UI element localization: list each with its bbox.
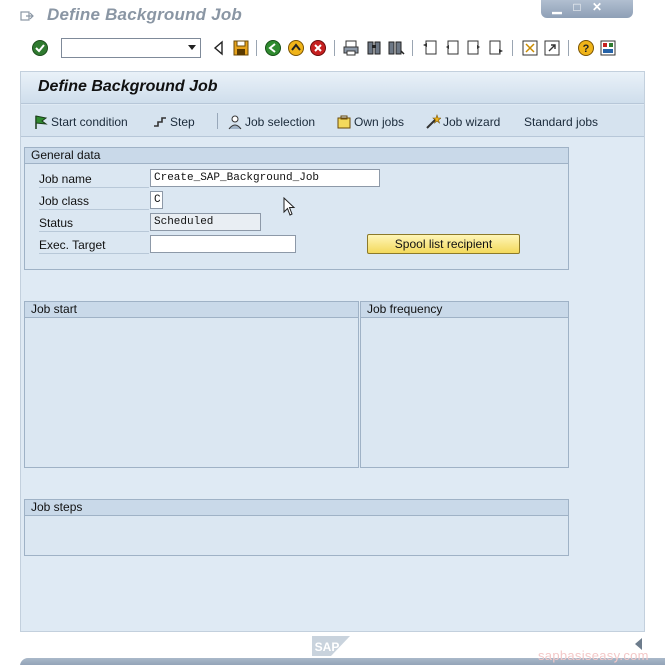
toolbar-separator bbox=[256, 40, 257, 56]
exec-target-label: Exec. Target bbox=[39, 236, 149, 254]
step-button[interactable]: Step bbox=[152, 113, 195, 131]
first-page-icon[interactable] bbox=[421, 39, 439, 57]
job-wizard-button[interactable]: Job wizard bbox=[425, 113, 500, 131]
job-frequency-group: Job frequency bbox=[360, 301, 569, 468]
toolbar-separator bbox=[412, 40, 413, 56]
main-panel: Define Background Job Start condition St… bbox=[20, 71, 645, 632]
next-page-icon[interactable] bbox=[465, 39, 483, 57]
job-selection-label: Job selection bbox=[245, 115, 316, 129]
exit-icon[interactable] bbox=[287, 39, 305, 57]
sap-logo: SAP bbox=[312, 636, 350, 656]
toolbar-separator bbox=[568, 40, 569, 56]
window-title-bar: Define Background Job ▁ □ ✕ bbox=[0, 0, 665, 32]
watermark: sapbasiseasy.com bbox=[538, 648, 649, 663]
page-title: Define Background Job bbox=[38, 78, 218, 95]
help-icon[interactable]: ? bbox=[577, 39, 595, 57]
job-start-group: Job start bbox=[24, 301, 359, 468]
collapse-arrow-icon[interactable] bbox=[210, 39, 228, 57]
last-page-icon[interactable] bbox=[487, 39, 505, 57]
job-name-field[interactable]: Create_SAP_Background_Job bbox=[150, 169, 380, 187]
job-wizard-label: Job wizard bbox=[443, 115, 501, 129]
status-field: Scheduled bbox=[150, 213, 261, 231]
general-data-heading: General data bbox=[25, 148, 568, 164]
shortcut-icon[interactable] bbox=[543, 39, 561, 57]
standard-jobs-button[interactable]: Standard jobs bbox=[524, 113, 598, 131]
spool-list-recipient-button[interactable]: Spool list recipient bbox=[367, 234, 520, 254]
user-icon bbox=[228, 115, 242, 130]
system-toolbar: ? bbox=[0, 36, 665, 62]
job-steps-group: Job steps bbox=[24, 499, 569, 556]
flag-icon bbox=[35, 115, 48, 129]
status-label: Status bbox=[39, 214, 149, 232]
toolbar-separator bbox=[512, 40, 513, 56]
enter-check-icon[interactable] bbox=[31, 39, 49, 57]
create-session-icon[interactable] bbox=[521, 39, 539, 57]
screen-header: Define Background Job bbox=[21, 72, 644, 104]
command-field[interactable] bbox=[61, 38, 201, 58]
wizard-wand-icon bbox=[426, 114, 441, 129]
job-selection-button[interactable]: Job selection bbox=[227, 113, 315, 131]
job-frequency-heading: Job frequency bbox=[361, 302, 568, 318]
minimize-icon[interactable]: ▁ bbox=[549, 0, 565, 14]
job-name-label: Job name bbox=[39, 170, 149, 188]
job-class-field[interactable]: C bbox=[150, 191, 163, 209]
previous-page-icon[interactable] bbox=[443, 39, 461, 57]
own-jobs-label: Own jobs bbox=[354, 115, 405, 129]
start-condition-button[interactable]: Start condition bbox=[33, 113, 128, 131]
toolbar-separator bbox=[334, 40, 335, 56]
back-icon[interactable] bbox=[264, 39, 282, 57]
window-title: Define Background Job bbox=[47, 5, 243, 24]
standard-jobs-label: Standard jobs bbox=[524, 115, 599, 129]
maximize-icon[interactable]: □ bbox=[569, 0, 585, 14]
print-icon[interactable] bbox=[342, 39, 360, 57]
start-condition-label: Start condition bbox=[51, 115, 128, 129]
window-controls: ▁ □ ✕ bbox=[541, 0, 633, 18]
chevron-down-icon[interactable] bbox=[188, 45, 196, 50]
find-icon[interactable] bbox=[365, 39, 383, 57]
own-jobs-button[interactable]: Own jobs bbox=[336, 113, 404, 131]
cancel-icon[interactable] bbox=[309, 39, 327, 57]
find-next-icon[interactable] bbox=[387, 39, 405, 57]
exec-target-field[interactable] bbox=[150, 235, 296, 253]
application-toolbar: Start condition Step Job selection Own j… bbox=[21, 105, 644, 137]
job-start-heading: Job start bbox=[25, 302, 358, 318]
step-label: Step bbox=[170, 115, 195, 129]
job-class-label: Job class bbox=[39, 192, 149, 210]
job-steps-heading: Job steps bbox=[25, 500, 568, 516]
screen-menu-icon[interactable] bbox=[20, 10, 34, 22]
step-icon bbox=[154, 117, 166, 127]
svg-text:SAP: SAP bbox=[315, 640, 340, 654]
save-icon[interactable] bbox=[232, 39, 250, 57]
svg-text:?: ? bbox=[583, 43, 590, 55]
own-jobs-icon bbox=[337, 115, 351, 129]
appbar-separator bbox=[217, 113, 218, 129]
close-icon[interactable]: ✕ bbox=[589, 0, 605, 14]
mouse-cursor-icon bbox=[283, 197, 296, 216]
layout-icon[interactable] bbox=[599, 39, 617, 57]
